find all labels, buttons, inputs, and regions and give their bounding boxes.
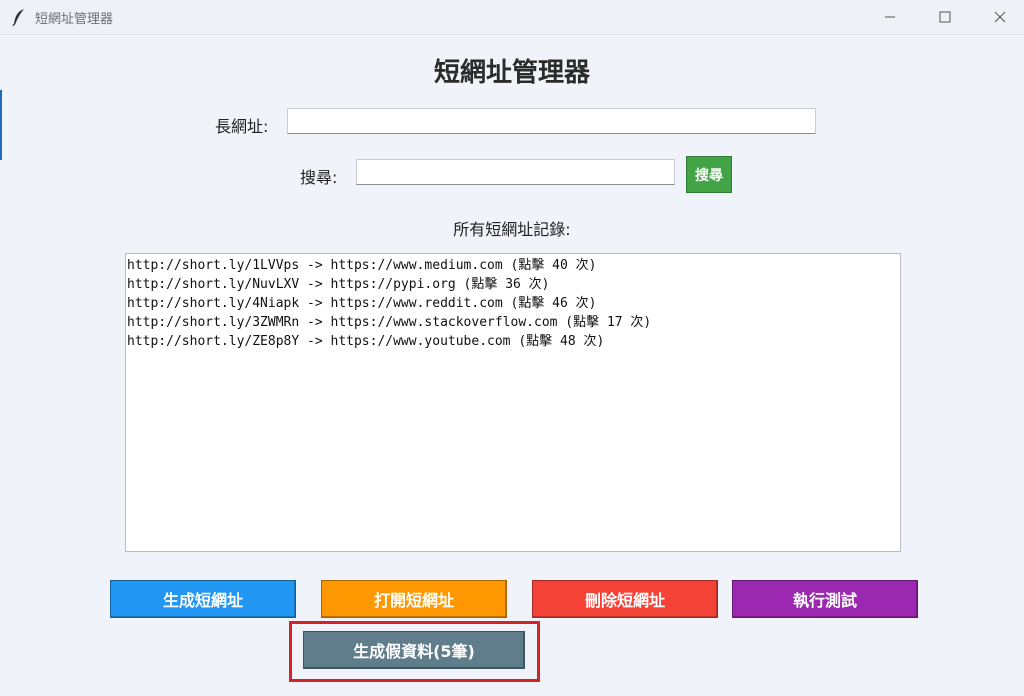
list-item[interactable]: http://short.ly/ZE8p8Y -> https://www.yo… <box>127 332 899 351</box>
minimize-button[interactable] <box>867 0 913 34</box>
list-item[interactable]: http://short.ly/1LVVps -> https://www.me… <box>127 256 899 275</box>
window-edge-accent <box>0 90 2 160</box>
close-button[interactable] <box>977 0 1023 34</box>
maximize-icon <box>939 11 951 23</box>
generate-fake-data-button[interactable]: 生成假資料(5筆) <box>303 631 525 669</box>
search-input[interactable] <box>356 159 675 185</box>
title-bar[interactable]: 短網址管理器 <box>0 0 1024 35</box>
window-title: 短網址管理器 <box>35 12 114 27</box>
feather-icon <box>12 9 24 26</box>
long-url-label: 長網址: <box>215 117 269 136</box>
list-item[interactable]: http://short.ly/3ZWMRn -> https://www.st… <box>127 313 899 332</box>
records-label: 所有短網址記錄: <box>453 220 571 239</box>
list-item[interactable]: http://short.ly/NuvLXV -> https://pypi.o… <box>127 275 899 294</box>
minimize-icon <box>885 16 895 18</box>
delete-short-url-button[interactable]: 刪除短網址 <box>532 580 718 618</box>
page-title: 短網址管理器 <box>433 58 590 88</box>
search-label: 搜尋: <box>300 168 338 187</box>
open-short-url-button[interactable]: 打開短網址 <box>321 580 507 618</box>
app-window: 短網址管理器 短網址管理器 長網址: 搜尋: 搜尋 所有短網址記錄: http:… <box>0 0 1024 696</box>
generate-short-url-button[interactable]: 生成短網址 <box>110 580 296 618</box>
list-item[interactable]: http://short.ly/4Niapk -> https://www.re… <box>127 294 899 313</box>
long-url-input[interactable] <box>287 108 816 134</box>
run-test-button[interactable]: 執行測試 <box>732 580 918 618</box>
close-icon <box>994 11 1006 23</box>
search-button[interactable]: 搜尋 <box>686 156 732 193</box>
maximize-button[interactable] <box>922 0 968 34</box>
records-listbox[interactable]: http://short.ly/1LVVps -> https://www.me… <box>125 253 901 552</box>
